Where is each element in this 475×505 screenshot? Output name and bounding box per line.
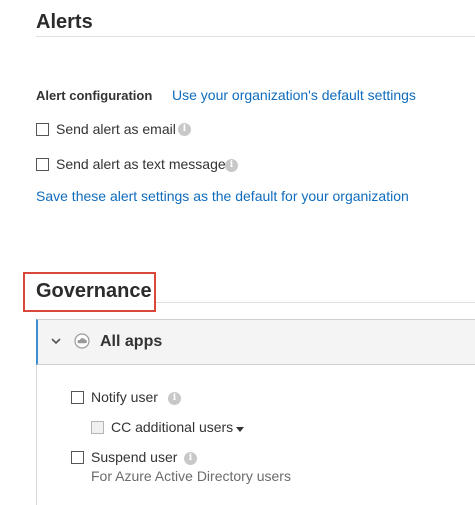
all-apps-panel-header[interactable]: All apps: [36, 319, 475, 365]
suspend-user-checkbox[interactable]: [71, 451, 84, 464]
save-default-settings-link[interactable]: Save these alert settings as the default…: [36, 188, 409, 204]
text-alert-checkbox[interactable]: [36, 158, 49, 171]
cloud-icon: [74, 333, 90, 354]
notify-user-checkbox[interactable]: [71, 391, 84, 404]
info-icon[interactable]: i: [168, 392, 181, 405]
all-apps-title: All apps: [100, 333, 163, 350]
governance-title: Governance: [36, 280, 152, 302]
email-alert-label: Send alert as email: [56, 121, 176, 137]
governance-divider: [156, 302, 475, 303]
text-alert-label: Send alert as text message: [56, 156, 226, 172]
alerts-divider: [36, 36, 475, 37]
notify-user-label: Notify user: [91, 389, 158, 405]
suspend-user-label: Suspend user: [91, 449, 178, 465]
chevron-down-icon[interactable]: [50, 334, 62, 352]
email-alert-checkbox[interactable]: [36, 123, 49, 136]
alert-configuration-label: Alert configuration: [36, 88, 153, 103]
cc-additional-users-label: CC additional users: [111, 419, 234, 435]
suspend-user-description: For Azure Active Directory users: [91, 468, 291, 484]
default-settings-link[interactable]: Use your organization's default settings: [172, 87, 416, 103]
info-icon[interactable]: i: [225, 159, 238, 172]
chevron-down-icon[interactable]: [236, 427, 244, 432]
alerts-title: Alerts: [36, 11, 93, 33]
panel-body-border: [36, 365, 37, 505]
info-icon[interactable]: i: [184, 452, 197, 465]
cc-additional-users-checkbox[interactable]: [91, 421, 104, 434]
info-icon[interactable]: i: [178, 123, 191, 136]
